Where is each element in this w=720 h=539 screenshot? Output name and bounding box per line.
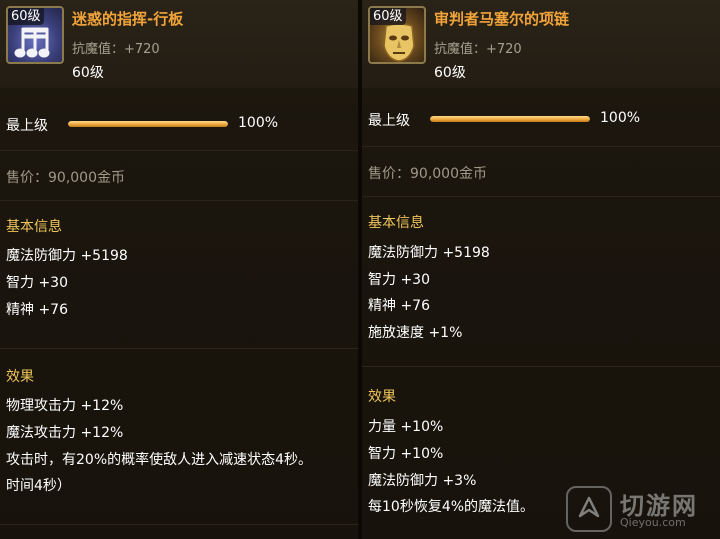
- basic-stat: 智力 +30: [368, 272, 430, 288]
- separator: [0, 150, 358, 151]
- sell-price: 售价：90,000金币: [368, 166, 487, 182]
- grade-progress-fill: [68, 121, 228, 127]
- grade-percent: 100%: [238, 115, 279, 131]
- grade-label: 最上级: [6, 118, 48, 134]
- required-level: 60级: [72, 65, 104, 81]
- level-badge: 60级: [370, 8, 406, 25]
- magic-resist-value: 抗魔值：+720: [434, 42, 522, 57]
- grade-progress-fill: [430, 116, 590, 122]
- effect-stat: 攻击时，有20%的概率使敌人进入减速状态4秒。: [6, 452, 313, 468]
- basic-stat: 魔法防御力 +5198: [6, 248, 128, 264]
- separator: [0, 348, 358, 349]
- separator: [0, 200, 358, 201]
- watermark: 切游网 Qieyou.com: [566, 486, 716, 534]
- basic-stat: 魔法防御力 +5198: [368, 245, 490, 261]
- basic-stat: 施放速度 +1%: [368, 325, 463, 341]
- separator: [362, 146, 720, 147]
- watermark-url: Qieyou.com: [620, 516, 686, 529]
- grade-percent: 100%: [600, 110, 641, 126]
- effect-stat: 力量 +10%: [368, 419, 444, 435]
- item-name: 审判者马塞尔的项链: [434, 10, 570, 28]
- basic-stat: 智力 +30: [6, 275, 68, 291]
- item-tooltip-left: 60级 迷惑的指挥-行板 抗魔值：+720 60级 最上级 100% 售价：90…: [0, 0, 358, 539]
- grade-label: 最上级: [368, 113, 410, 129]
- grade-progress-bar: [68, 121, 228, 127]
- separator: [0, 524, 358, 525]
- basic-info-title: 基本信息: [6, 219, 62, 235]
- level-badge: 60级: [8, 8, 44, 25]
- item-tooltip-right: 60级 审判者马塞尔的项链 抗魔值：+720 60级 最上级 100% 售价：9…: [362, 0, 720, 539]
- item-icon-slot[interactable]: 60级: [6, 6, 64, 64]
- golden-mask-icon: [383, 23, 415, 62]
- effect-stat: 魔法防御力 +3%: [368, 473, 477, 489]
- separator: [362, 196, 720, 197]
- effect-title: 效果: [6, 369, 34, 385]
- item-icon-slot[interactable]: 60级: [368, 6, 426, 64]
- basic-info-title: 基本信息: [368, 215, 424, 231]
- music-notes-icon: [14, 27, 50, 58]
- watermark-logo-icon: [566, 486, 612, 532]
- effect-stat: 物理攻击力 +12%: [6, 398, 124, 414]
- effect-stat: 智力 +10%: [368, 446, 444, 462]
- magic-resist-value: 抗魔值：+720: [72, 42, 160, 57]
- grade-progress-bar: [430, 116, 590, 122]
- effect-stat: 每10秒恢复4%的魔法值。: [368, 499, 535, 515]
- separator: [362, 366, 720, 367]
- sell-price: 售价：90,000金币: [6, 170, 125, 186]
- item-name: 迷惑的指挥-行板: [72, 10, 184, 28]
- effect-stat: 时间4秒）: [6, 478, 71, 494]
- basic-stat: 精神 +76: [368, 298, 430, 314]
- basic-stat: 精神 +76: [6, 302, 68, 318]
- effect-stat: 魔法攻击力 +12%: [6, 425, 124, 441]
- tooltip-header: 60级 迷惑的指挥-行板 抗魔值：+720 60级: [0, 0, 358, 88]
- effect-title: 效果: [368, 389, 396, 405]
- tooltip-header: 60级 审判者马塞尔的项链 抗魔值：+720 60级: [362, 0, 720, 88]
- required-level: 60级: [434, 65, 466, 81]
